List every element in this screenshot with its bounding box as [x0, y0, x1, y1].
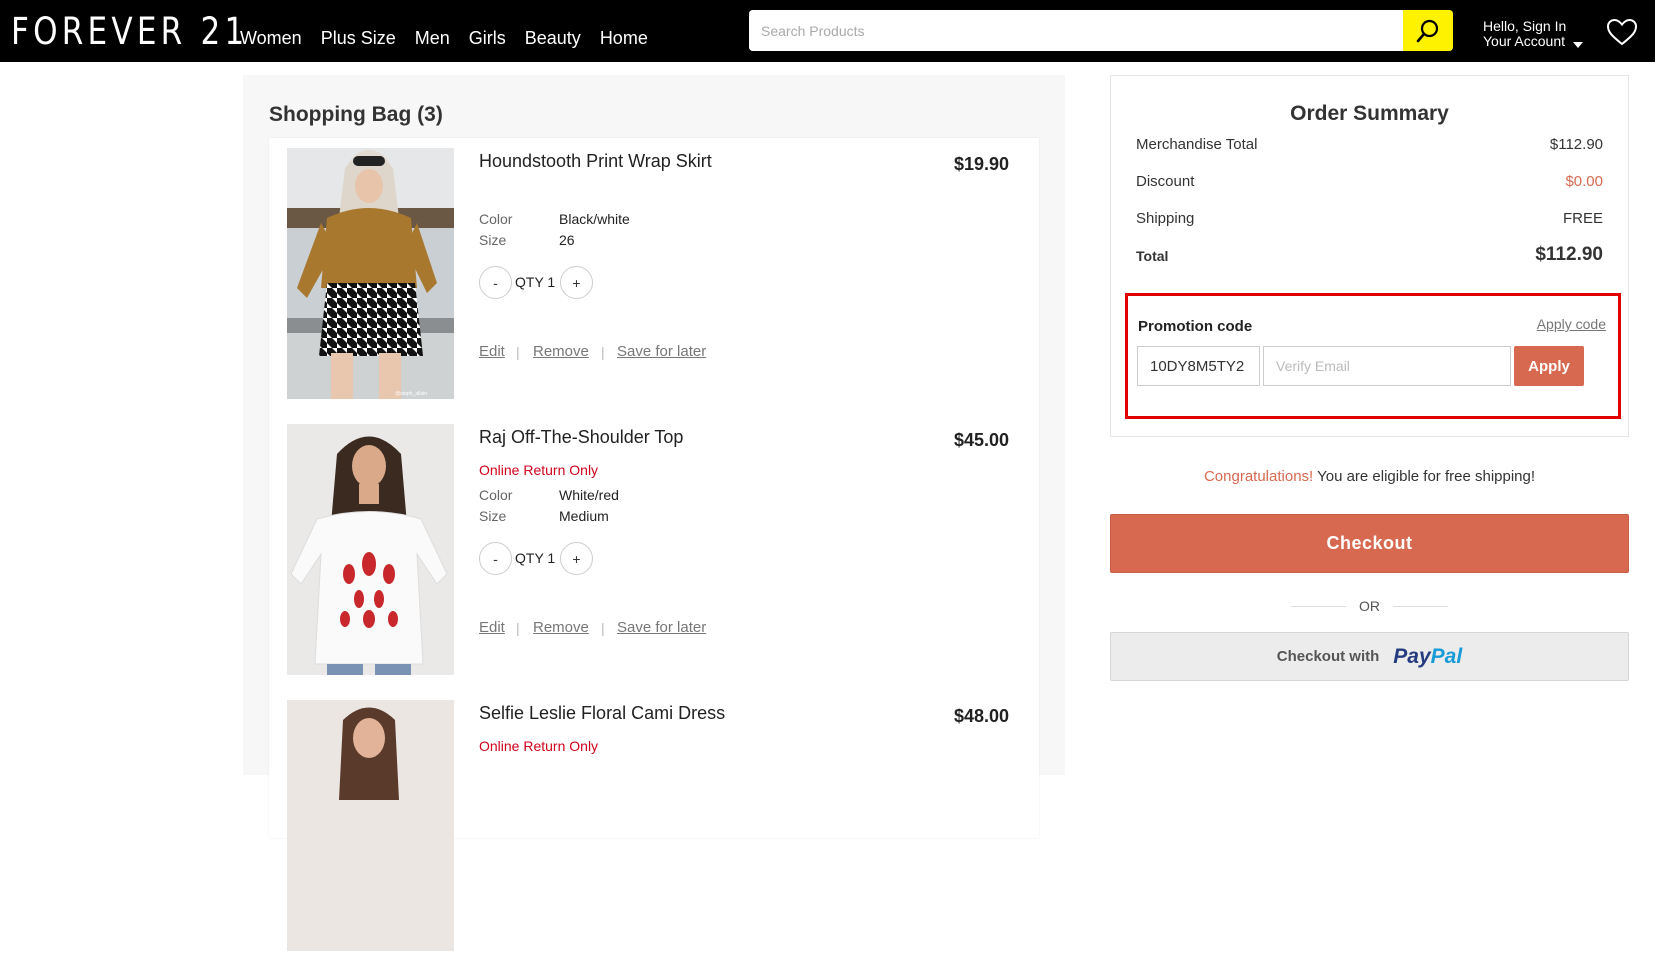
order-summary-title: Order Summary — [1290, 102, 1449, 125]
size-label: Size — [479, 508, 507, 524]
total-value: $112.90 — [1535, 244, 1603, 265]
merchandise-total-label: Merchandise Total — [1136, 136, 1258, 153]
product-name[interactable]: Raj Off-The-Shoulder Top — [479, 427, 683, 448]
bag-item: Selfie Leslie Floral Cami Dress $48.00 O… — [269, 690, 1039, 965]
save-for-later-link[interactable]: Save for later — [617, 619, 706, 636]
online-return-only-note: Online Return Only — [479, 462, 599, 478]
nav-men[interactable]: Men — [415, 27, 450, 49]
account-label: Your Account — [1483, 33, 1565, 49]
top-header: FOREVER 21 Women Plus Size Men Girls Bea… — [0, 0, 1655, 62]
link-separator: | — [516, 620, 520, 636]
qty-decrease-button[interactable]: - — [479, 542, 512, 575]
color-label: Color — [479, 487, 513, 503]
product-name[interactable]: Houndstooth Print Wrap Skirt — [479, 151, 712, 172]
forever21-logo[interactable]: FOREVER 21 — [11, 12, 248, 52]
merchandise-total-value: $112.90 — [1549, 136, 1603, 153]
promo-code-input[interactable] — [1137, 346, 1260, 386]
size-value: Medium — [559, 508, 609, 524]
main-nav: Women Plus Size Men Girls Beauty Home — [240, 27, 667, 49]
promotion-code-label: Promotion code — [1138, 318, 1253, 335]
congrats-highlight: Congratulations! — [1203, 468, 1314, 485]
link-separator: | — [516, 344, 520, 360]
verify-email-input[interactable] — [1263, 346, 1511, 386]
qty-label: QTY — [515, 550, 544, 566]
size-label: Size — [479, 232, 507, 248]
shipping-label: Shipping — [1136, 210, 1195, 227]
link-separator: | — [601, 620, 605, 636]
checkout-button[interactable]: Checkout — [1110, 514, 1629, 573]
account-menu[interactable]: Hello, Sign In Your Account — [1483, 19, 1583, 49]
color-label: Color — [479, 211, 513, 227]
image-credit: @steph_allain — [395, 391, 427, 397]
qty-increase-button[interactable]: + — [560, 266, 593, 299]
nav-women[interactable]: Women — [240, 27, 302, 49]
edit-link[interactable]: Edit — [479, 619, 505, 636]
nav-girls[interactable]: Girls — [469, 27, 506, 49]
product-name[interactable]: Selfie Leslie Floral Cami Dress — [479, 703, 725, 724]
total-row: Total $112.90 — [1136, 244, 1603, 265]
total-label: Total — [1136, 248, 1169, 264]
discount-label: Discount — [1136, 173, 1195, 190]
paypal-checkout-button[interactable]: Checkout with PayPal — [1110, 632, 1629, 681]
bag-item: Raj Off-The-Shoulder Top $45.00 Online R… — [269, 414, 1039, 689]
qty-value: 1 — [547, 274, 556, 290]
qty-value: 1 — [547, 550, 556, 566]
qty-display: QTY 1 — [515, 274, 555, 290]
size-value: 26 — [559, 232, 575, 248]
qty-increase-button[interactable]: + — [560, 542, 593, 575]
paypal-logo: PayPal — [1393, 645, 1462, 669]
color-value: Black/white — [559, 211, 630, 227]
apply-promo-button[interactable]: Apply — [1514, 346, 1584, 386]
merchandise-total-row: Merchandise Total $112.90 — [1136, 136, 1603, 153]
product-price: $45.00 — [953, 430, 1009, 450]
remove-link[interactable]: Remove — [533, 619, 589, 636]
online-return-only-note: Online Return Only — [479, 738, 599, 754]
apply-code-link[interactable]: Apply code — [1537, 316, 1606, 332]
or-divider: OR — [1291, 596, 1448, 616]
search-bar — [749, 10, 1453, 51]
link-separator: | — [601, 344, 605, 360]
promotion-code-section: Promotion code Apply code Apply — [1125, 293, 1621, 419]
product-image-floral-cami-dress[interactable] — [287, 700, 454, 951]
caret-down-icon — [1573, 42, 1583, 48]
qty-label: QTY — [515, 274, 544, 290]
qty-display: QTY 1 — [515, 550, 555, 566]
wishlist-heart-icon[interactable] — [1606, 18, 1638, 46]
search-input[interactable] — [749, 10, 1403, 51]
nav-home[interactable]: Home — [600, 27, 648, 49]
divider-line — [1393, 606, 1448, 607]
bag-title: Shopping Bag (3) — [269, 103, 443, 126]
search-button[interactable] — [1403, 10, 1453, 51]
color-value: White/red — [559, 487, 619, 503]
product-image-off-shoulder-top[interactable] — [287, 424, 454, 675]
product-price: $19.90 — [953, 154, 1009, 174]
product-image-houndstooth-skirt[interactable]: @steph_allain — [287, 148, 454, 399]
nav-plus-size[interactable]: Plus Size — [321, 27, 396, 49]
order-summary-panel: Order Summary Merchandise Total $112.90 … — [1110, 75, 1629, 437]
remove-link[interactable]: Remove — [533, 343, 589, 360]
discount-row: Discount $0.00 — [1136, 173, 1603, 190]
search-icon — [1416, 19, 1439, 42]
edit-link[interactable]: Edit — [479, 343, 505, 360]
nav-beauty[interactable]: Beauty — [525, 27, 581, 49]
account-greeting: Hello, Sign In — [1483, 18, 1567, 34]
shopping-bag-panel: Shopping Bag (3) @steph_allain Houndstoo… — [243, 75, 1065, 951]
free-shipping-message: Congratulations! You are eligible for fr… — [1110, 468, 1629, 485]
paypal-logo-pal: Pal — [1430, 644, 1463, 668]
save-for-later-link[interactable]: Save for later — [617, 343, 706, 360]
paypal-logo-pay: Pay — [1393, 644, 1431, 668]
discount-value: $0.00 — [1565, 173, 1603, 190]
bag-item: @steph_allain Houndstooth Print Wrap Ski… — [269, 138, 1039, 413]
paypal-prefix: Checkout with — [1276, 648, 1380, 665]
shipping-value: FREE — [1562, 210, 1603, 227]
congrats-text: You are eligible for free shipping! — [1313, 468, 1536, 485]
bag-items-card: @steph_allain Houndstooth Print Wrap Ski… — [269, 138, 1039, 951]
product-price: $48.00 — [953, 706, 1009, 726]
qty-decrease-button[interactable]: - — [479, 266, 512, 299]
shipping-row: Shipping FREE — [1136, 210, 1603, 227]
